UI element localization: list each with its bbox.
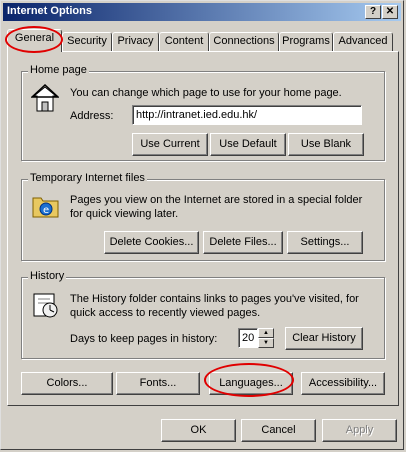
help-button[interactable]: ? <box>365 5 381 19</box>
temp-files-description-line2: for quick viewing later. <box>70 208 179 220</box>
general-tab-panel: Home page You can change which page to u… <box>7 51 399 406</box>
colors-button[interactable]: Colors... <box>21 372 113 395</box>
address-input[interactable]: http://intranet.ied.edu.hk/ <box>132 105 362 125</box>
tab-strip: General Security Privacy Content Connect… <box>7 29 399 52</box>
spin-down-icon[interactable]: ▼ <box>258 338 274 348</box>
history-group-title: History <box>28 270 67 282</box>
history-group: History The History folder contains link… <box>21 270 385 359</box>
home-page-icon <box>31 84 59 112</box>
home-page-group-title: Home page <box>28 64 89 76</box>
temp-folder-icon: e <box>32 197 59 218</box>
tab-advanced[interactable]: Advanced <box>333 32 393 51</box>
accessibility-button[interactable]: Accessibility... <box>301 372 385 395</box>
tab-content[interactable]: Content <box>159 32 209 51</box>
tab-privacy[interactable]: Privacy <box>112 32 159 51</box>
tab-programs[interactable]: Programs <box>279 32 333 51</box>
address-label: Address: <box>70 110 114 122</box>
spin-up-icon[interactable]: ▲ <box>258 328 274 338</box>
temp-files-group: Temporary Internet files e Pages you vie… <box>21 172 385 261</box>
history-icon <box>33 293 58 318</box>
ok-button[interactable]: OK <box>161 419 236 442</box>
history-description-line1: The History folder contains links to pag… <box>70 293 359 305</box>
temp-files-group-title: Temporary Internet files <box>28 172 147 184</box>
tab-security[interactable]: Security <box>62 32 112 51</box>
title-bar[interactable]: Internet Options ? ✕ <box>3 3 401 21</box>
home-page-description: You can change which page to use for you… <box>70 87 342 99</box>
tab-connections[interactable]: Connections <box>209 32 279 51</box>
fonts-button[interactable]: Fonts... <box>116 372 200 395</box>
days-input[interactable]: 20 <box>238 328 258 348</box>
cancel-button[interactable]: Cancel <box>241 419 316 442</box>
languages-button[interactable]: Languages... <box>209 372 293 395</box>
use-current-button[interactable]: Use Current <box>132 133 208 156</box>
window-title: Internet Options <box>7 5 92 17</box>
clear-history-button[interactable]: Clear History <box>285 327 363 350</box>
days-spinner[interactable]: ▲ ▼ <box>258 328 274 348</box>
use-blank-button[interactable]: Use Blank <box>288 133 364 156</box>
temp-files-description-line1: Pages you view on the Internet are store… <box>70 194 363 206</box>
close-button[interactable]: ✕ <box>382 5 398 19</box>
home-page-group: Home page You can change which page to u… <box>21 64 385 161</box>
delete-files-button[interactable]: Delete Files... <box>203 231 283 254</box>
use-default-button[interactable]: Use Default <box>210 133 286 156</box>
delete-cookies-button[interactable]: Delete Cookies... <box>104 231 199 254</box>
settings-button[interactable]: Settings... <box>287 231 363 254</box>
svg-text:e: e <box>43 205 49 216</box>
days-label: Days to keep pages in history: <box>70 333 218 345</box>
tab-general[interactable]: General <box>7 29 62 52</box>
apply-button[interactable]: Apply <box>322 419 397 442</box>
internet-options-dialog: Internet Options ? ✕ General Security Pr… <box>0 0 404 450</box>
history-description-line2: quick access to recently viewed pages. <box>70 307 261 319</box>
